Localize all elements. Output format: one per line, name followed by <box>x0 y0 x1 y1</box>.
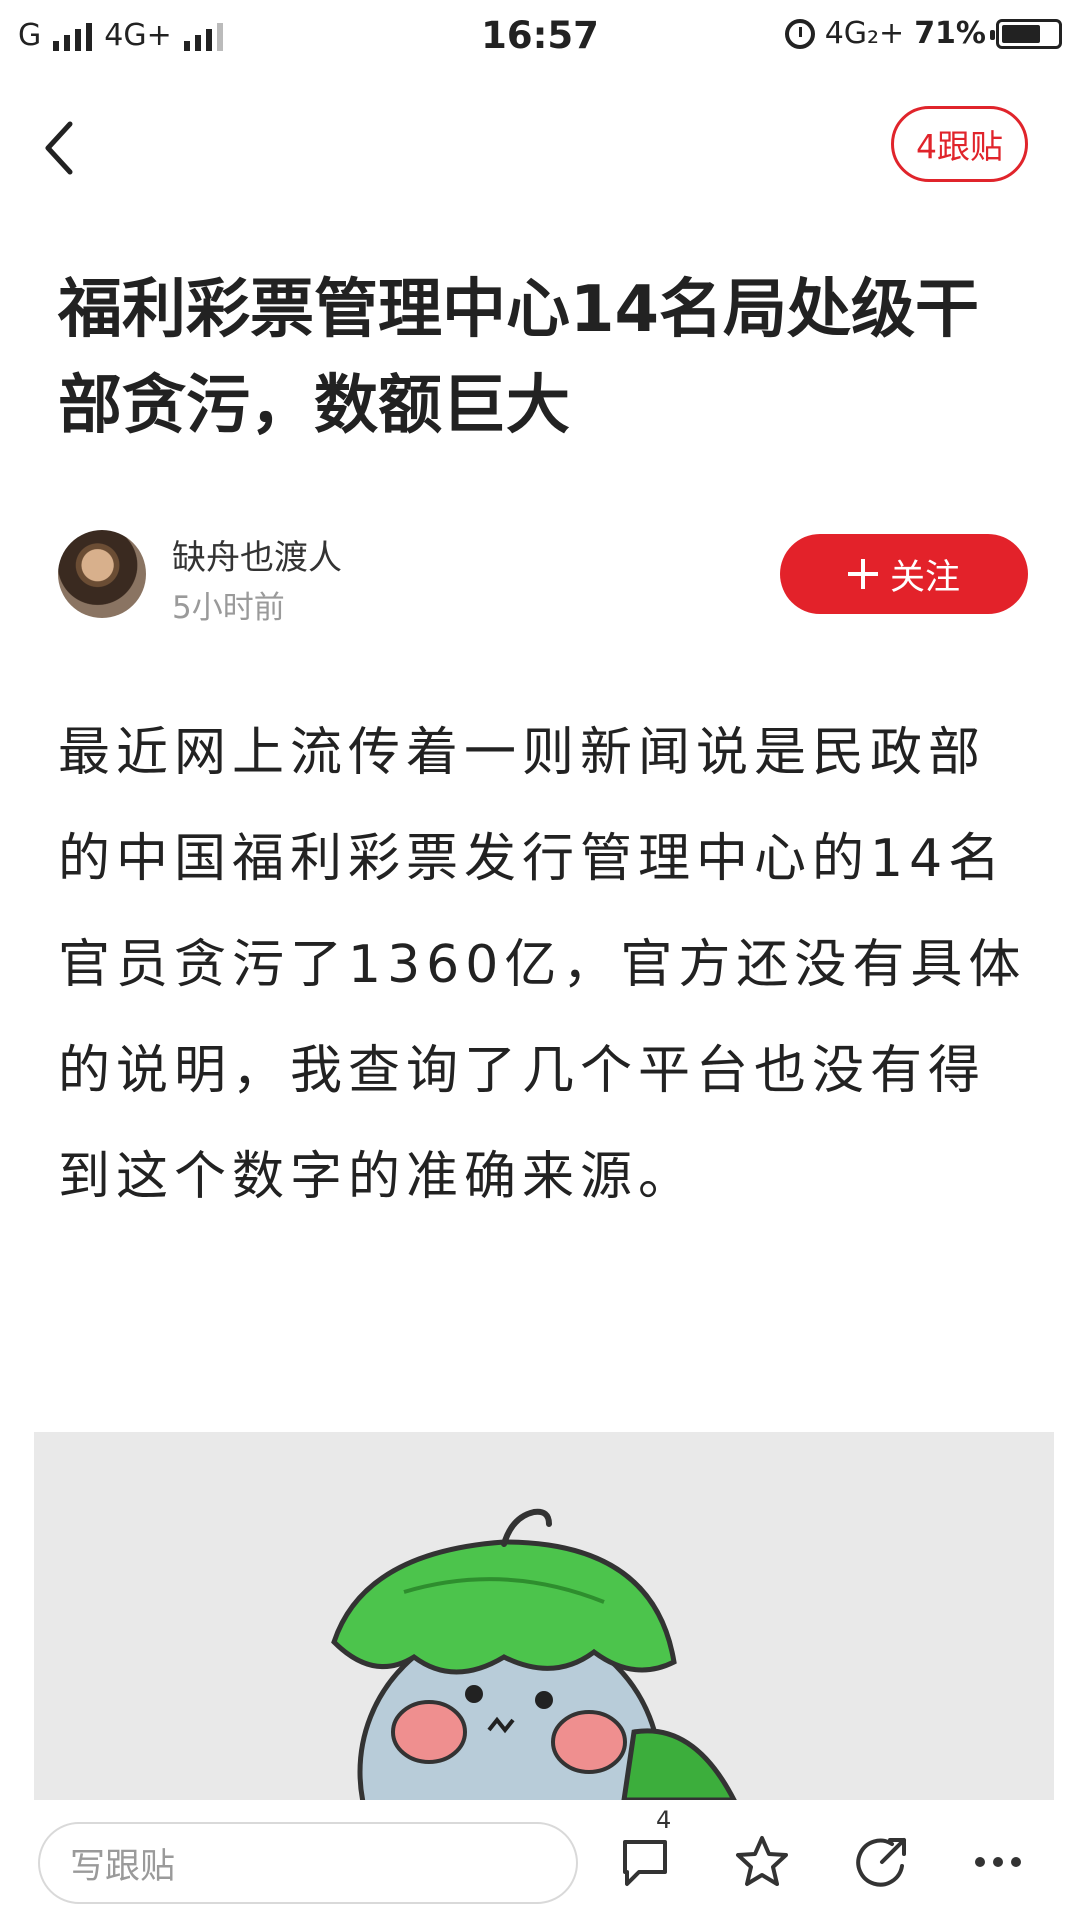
author-avatar[interactable] <box>58 530 146 618</box>
follow-label: 关注 <box>889 557 960 598</box>
article-body: 最近网上流传着一则新闻说是民政部的中国福利彩票发行管理中心的14名官员贪污了13… <box>58 723 1027 1207</box>
chevron-left-icon <box>45 121 73 175</box>
cartoon-illustration <box>331 1508 737 1800</box>
article-image[interactable] <box>34 1432 1054 1800</box>
author-name[interactable]: 缺舟也渡人 <box>172 530 342 579</box>
status-right: 4G₂+ 71% <box>784 16 1062 51</box>
plus-icon <box>847 559 878 589</box>
share-icon <box>856 1838 906 1887</box>
favorite-button[interactable] <box>732 1832 792 1892</box>
comment-icon <box>623 1840 667 1886</box>
share-button[interactable] <box>852 1832 912 1892</box>
comment-input[interactable]: 写跟贴 <box>38 1822 578 1904</box>
follow-button[interactable]: 关注 <box>780 534 1028 614</box>
battery-fill <box>1002 24 1041 43</box>
more-icon <box>975 1857 1021 1867</box>
back-button[interactable] <box>40 118 80 178</box>
status-bar: G 4G+ 16:57 4G₂+ 71% <box>0 0 1080 76</box>
network-label: 4G₂+ <box>824 16 905 51</box>
more-button[interactable] <box>968 1832 1028 1892</box>
article-title: 福利彩票管理中心14名局处级干部贪污，数额巨大 <box>58 273 980 443</box>
comment-button[interactable] <box>615 1832 675 1892</box>
comment-count-badge: 4 <box>656 1806 672 1834</box>
battery-percent: 71% <box>914 16 986 51</box>
publish-time: 5小时前 <box>172 590 285 626</box>
battery-icon <box>990 18 1062 49</box>
follow-posts-button[interactable]: 4跟贴 <box>891 106 1028 182</box>
bottom-bar: 写跟贴 4 <box>0 1800 1080 1920</box>
alarm-icon <box>784 18 815 49</box>
star-icon <box>736 1836 788 1886</box>
